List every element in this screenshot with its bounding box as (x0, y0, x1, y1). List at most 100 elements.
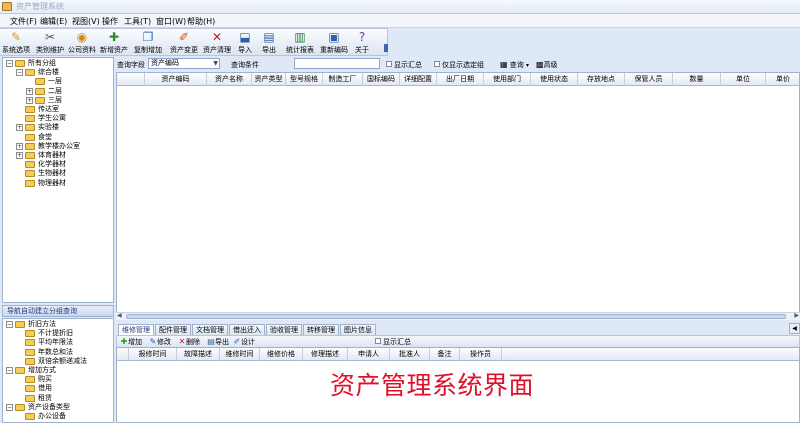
expand-icon[interactable]: + (16, 152, 23, 159)
expand-icon[interactable]: + (26, 87, 33, 95)
column-header[interactable]: 单位 (721, 73, 766, 86)
query-condition-input[interactable] (294, 58, 380, 69)
tree-node[interactable]: 学生公寓 (16, 114, 66, 123)
tree-node[interactable]: + 三层 (26, 96, 62, 105)
scrollbar-thumb[interactable] (126, 314, 786, 319)
menu-item-2[interactable]: 视图(V) (72, 16, 100, 27)
design-button[interactable]: ✐设计 (233, 337, 255, 347)
scroll-left-icon[interactable]: ◀ (117, 312, 122, 319)
tab-2[interactable]: 文档管理 (192, 324, 228, 335)
column-header[interactable]: 使用状态 (531, 73, 578, 86)
asset-grid-hscrollbar[interactable]: ◀ ▶ (116, 312, 800, 320)
tree-node[interactable]: + 二层 (26, 87, 62, 96)
column-header[interactable]: 维修时间 (220, 348, 260, 361)
toolbar-button-7[interactable]: ⬓ 导入 (238, 30, 252, 56)
tree-node[interactable]: − 增加方式 (6, 366, 56, 375)
column-header[interactable]: 故障描述 (177, 348, 220, 361)
asset-grid[interactable]: 资产编码 资产名称 资产类型 型号规格 制造工厂 国标编码 详细配置 出厂日期 使用部门 使用状态… (116, 72, 800, 320)
column-header[interactable]: 报修时间 (129, 348, 177, 361)
tab-1[interactable]: 配件管理 (155, 324, 191, 335)
column-header[interactable]: 申请人 (348, 348, 390, 361)
tree-node[interactable]: − 资产设备类型 (6, 403, 70, 412)
toolbar-button-6[interactable]: ✕ 资产清理 (203, 30, 231, 56)
show-summary-checkbox[interactable]: 显示汇总 (386, 60, 422, 70)
column-header[interactable]: 保管人员 (625, 73, 673, 86)
tree-node[interactable]: 办公设备 (16, 412, 66, 421)
tree-node[interactable]: − 综合楼 (16, 68, 59, 77)
edit-button[interactable]: ✎修改 (149, 337, 171, 347)
column-header[interactable]: 备注 (430, 348, 460, 361)
menu-item-1[interactable]: 编辑(E) (40, 16, 67, 27)
column-header[interactable]: 存放地点 (578, 73, 625, 86)
tree-node[interactable]: 年数总和法 (16, 348, 73, 357)
tab-6[interactable]: 图片信息 (340, 324, 376, 335)
column-header[interactable]: 修理描述 (303, 348, 348, 361)
column-header[interactable]: 维修价格 (260, 348, 303, 361)
menu-item-0[interactable]: 文件(F) (10, 16, 37, 27)
delete-button[interactable]: ✕删除 (178, 337, 200, 347)
column-header[interactable]: 操作员 (460, 348, 502, 361)
menu-item-3[interactable]: 操作 (102, 16, 118, 27)
tree-node[interactable]: 租赁 (16, 394, 52, 403)
tree-node[interactable]: 一层 (26, 77, 62, 86)
tree-node[interactable]: 食堂 (16, 133, 52, 142)
column-header[interactable]: 批准人 (390, 348, 430, 361)
tree-node[interactable]: 购买 (16, 375, 52, 384)
tree-node[interactable]: 生物器材 (16, 169, 66, 178)
collapse-icon[interactable]: − (6, 321, 13, 328)
column-header[interactable]: 单价 (766, 73, 799, 86)
expand-icon[interactable]: + (16, 124, 23, 132)
expand-icon[interactable]: + (26, 96, 33, 104)
show-selected-group-checkbox[interactable]: 仅显示选定组 (434, 60, 484, 70)
column-header[interactable]: 使用部门 (484, 73, 531, 86)
group-tree[interactable]: − 所有分组 − 综合楼 一层 + 二层 + 三层 传达室 学生公寓 + 实验楼 食堂 + 教学楼办公室 + 体育… (2, 57, 114, 303)
column-header[interactable]: 国标编码 (363, 73, 400, 86)
toolbar-overflow[interactable] (384, 44, 388, 52)
detail-show-summary-checkbox[interactable]: 显示汇总 (375, 337, 411, 347)
column-header[interactable]: 数量 (673, 73, 721, 86)
toolbar-button-4[interactable]: ❐ 复制增加 (134, 30, 162, 56)
advanced-button[interactable]: ▩高级 (536, 60, 558, 70)
collapse-icon[interactable]: − (6, 367, 13, 374)
column-header[interactable]: 制造工厂 (323, 73, 363, 86)
scroll-right-icon[interactable]: ▶ (794, 312, 799, 319)
tree-node[interactable]: 平均年限法 (16, 338, 73, 347)
column-header[interactable]: 资产名称 (207, 73, 252, 86)
collapse-icon[interactable]: − (16, 69, 23, 77)
menu-item-5[interactable]: 窗口(W) (156, 16, 186, 27)
export-button[interactable]: ▤导出 (207, 337, 229, 347)
tab-0[interactable]: 维修管理 (118, 324, 154, 335)
toolbar-button-8[interactable]: ▤ 导出 (262, 30, 276, 56)
tree-node[interactable]: 物理器材 (16, 179, 66, 188)
tree-node[interactable]: 借用 (16, 384, 52, 393)
tree-node[interactable]: + 实验楼 (16, 123, 59, 132)
tree-node[interactable]: 不计提折旧 (16, 329, 73, 338)
toolbar-button-2[interactable]: ◉ 公司资料 (68, 30, 96, 56)
tab-4[interactable]: 验收管理 (266, 324, 302, 335)
query-field-select[interactable]: 资产编码 ▼ (148, 58, 220, 69)
toolbar-button-9[interactable]: ▥ 统计报表 (286, 30, 314, 56)
tree-node[interactable]: 传达室 (16, 105, 59, 114)
nav-tree[interactable]: − 折旧方法 不计提折旧 平均年限法 年数总和法 双倍余额递减法 − 增加方式 购买 借用 租赁 − 资… (2, 318, 114, 423)
add-button[interactable]: ✚增加 (120, 337, 142, 347)
column-header[interactable]: 出厂日期 (437, 73, 484, 86)
collapse-icon[interactable]: − (6, 60, 13, 67)
toolbar-button-0[interactable]: ✎ 系统选项 (2, 30, 30, 56)
query-button[interactable]: ▦ 查询 ▾ (500, 60, 529, 70)
tree-node[interactable]: 化学器材 (16, 160, 66, 169)
column-header[interactable]: 资产编码 (145, 73, 207, 86)
tab-5[interactable]: 转移管理 (303, 324, 339, 335)
column-header[interactable]: 型号规格 (286, 73, 323, 86)
column-header[interactable]: 详细配置 (400, 73, 437, 86)
tree-node[interactable]: − 所有分组 (6, 59, 56, 68)
menu-item-4[interactable]: 工具(T) (124, 16, 151, 27)
tree-node[interactable]: + 体育器材 (16, 151, 66, 160)
collapse-icon[interactable]: − (6, 403, 13, 411)
toolbar-button-10[interactable]: ▣ 重新编码 (320, 30, 348, 56)
menu-item-6[interactable]: 帮助(H) (187, 16, 215, 27)
expand-icon[interactable]: + (16, 142, 23, 150)
toolbar-button-5[interactable]: ✐ 资产变更 (170, 30, 198, 56)
tab-scroll-icon[interactable]: ◀ (789, 323, 800, 334)
tree-node[interactable]: + 教学楼办公室 (16, 142, 80, 151)
toolbar-button-1[interactable]: ✂ 类别维护 (36, 30, 64, 56)
